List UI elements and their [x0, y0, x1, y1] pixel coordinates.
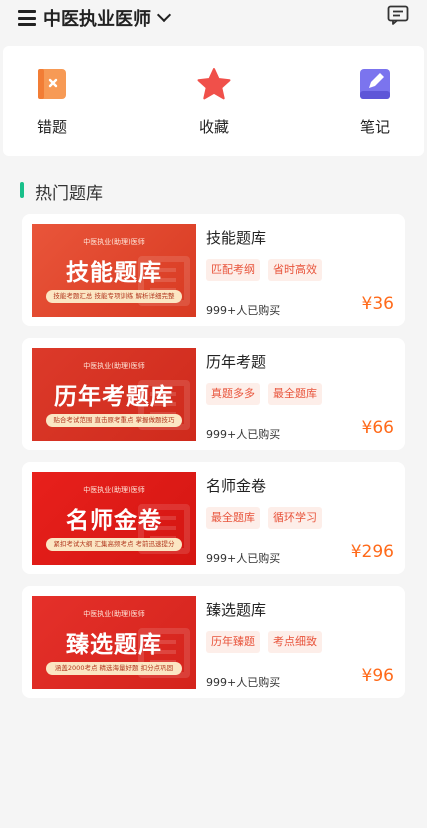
product-tag: 历年臻题 — [206, 631, 260, 653]
banner-subtitle: 中医执业(助理)医师 — [83, 610, 145, 618]
menu-icon[interactable] — [18, 10, 36, 26]
product-price: ¥296 — [350, 542, 394, 562]
product-card[interactable]: 中医执业(助理)医师 技能题库 技能考题汇总 技能专项训练 解析详细完整 技能题… — [22, 214, 405, 326]
product-banner: 中医执业(助理)医师 技能题库 技能考题汇总 技能专项训练 解析详细完整 — [32, 224, 196, 317]
banner-title: 名师金卷 — [66, 508, 162, 534]
banner-title: 历年考题库 — [54, 384, 174, 410]
purchase-count: 999+人已购买 — [206, 304, 281, 317]
quick-nav-favorites[interactable]: 收藏 — [174, 66, 254, 137]
product-card[interactable]: 中医执业(助理)医师 臻选题库 涵盖2000考点 精选海量好题 扣分点巩固 臻选… — [22, 586, 405, 698]
quick-nav-label: 笔记 — [359, 118, 390, 136]
product-tag: 循环学习 — [268, 507, 322, 529]
banner-slogan: 涵盖2000考点 精选海量好题 扣分点巩固 — [46, 662, 182, 675]
product-card[interactable]: 中医执业(助理)医师 名师金卷 紧扣考试大纲 汇集高频考点 考前迅速提分 名师金… — [22, 462, 405, 574]
page-title[interactable]: 中医执业医师 — [43, 5, 151, 31]
product-tag: 匹配考纲 — [206, 259, 260, 281]
product-banner: 中医执业(助理)医师 名师金卷 紧扣考试大纲 汇集高频考点 考前迅速提分 — [32, 472, 196, 565]
product-tags: 历年臻题 考点细致 — [206, 631, 322, 653]
product-name: 名师金卷 — [206, 477, 267, 495]
banner-slogan: 紧扣考试大纲 汇集高频考点 考前迅速提分 — [46, 538, 182, 551]
product-banner: 中医执业(助理)医师 臻选题库 涵盖2000考点 精选海量好题 扣分点巩固 — [32, 596, 196, 689]
chevron-down-icon[interactable] — [156, 7, 172, 23]
product-card[interactable]: 中医执业(助理)医师 历年考题库 贴合考试范围 直击原考重点 掌握做题技巧 历年… — [22, 338, 405, 450]
top-bar: 中医执业医师 — [0, 0, 427, 36]
product-tag: 最全题库 — [206, 507, 260, 529]
purchase-count: 999+人已购买 — [206, 552, 281, 565]
quick-nav-label: 收藏 — [198, 118, 229, 136]
banner-slogan: 贴合考试范围 直击原考重点 掌握做题技巧 — [46, 414, 182, 427]
section-accent-bar — [20, 182, 24, 198]
note-icon — [357, 66, 393, 102]
banner-title: 技能题库 — [66, 260, 162, 286]
product-tag: 最全题库 — [268, 383, 322, 405]
purchase-count: 999+人已购买 — [206, 676, 281, 689]
product-price: ¥36 — [361, 294, 394, 314]
banner-subtitle: 中医执业(助理)医师 — [83, 362, 145, 370]
product-price: ¥96 — [361, 666, 394, 686]
purchase-count: 999+人已购买 — [206, 428, 281, 441]
banner-title: 臻选题库 — [66, 632, 162, 658]
product-tags: 匹配考纲 省时高效 — [206, 259, 322, 281]
product-name: 历年考题 — [206, 353, 267, 371]
product-price: ¥66 — [361, 418, 394, 438]
wrong-questions-icon — [34, 66, 70, 102]
product-tags: 最全题库 循环学习 — [206, 507, 322, 529]
banner-subtitle: 中医执业(助理)医师 — [83, 238, 145, 246]
product-tags: 真题多多 最全题库 — [206, 383, 322, 405]
message-icon[interactable] — [387, 5, 409, 25]
product-tag: 省时高效 — [268, 259, 322, 281]
product-name: 技能题库 — [206, 229, 267, 247]
product-tag: 考点细致 — [268, 631, 322, 653]
product-banner: 中医执业(助理)医师 历年考题库 贴合考试范围 直击原考重点 掌握做题技巧 — [32, 348, 196, 441]
quick-nav-label: 错题 — [36, 118, 67, 136]
banner-slogan: 技能考题汇总 技能专项训练 解析详细完整 — [46, 290, 182, 303]
star-icon — [196, 66, 232, 102]
quick-nav-wrong-questions[interactable]: 错题 — [12, 66, 92, 137]
quick-nav-notes[interactable]: 笔记 — [335, 66, 415, 137]
product-name: 臻选题库 — [206, 601, 267, 619]
banner-subtitle: 中医执业(助理)医师 — [83, 486, 145, 494]
quick-nav-panel: 错题 收藏 笔记 — [3, 46, 424, 156]
section-title: 热门题库 — [35, 184, 103, 204]
product-tag: 真题多多 — [206, 383, 260, 405]
